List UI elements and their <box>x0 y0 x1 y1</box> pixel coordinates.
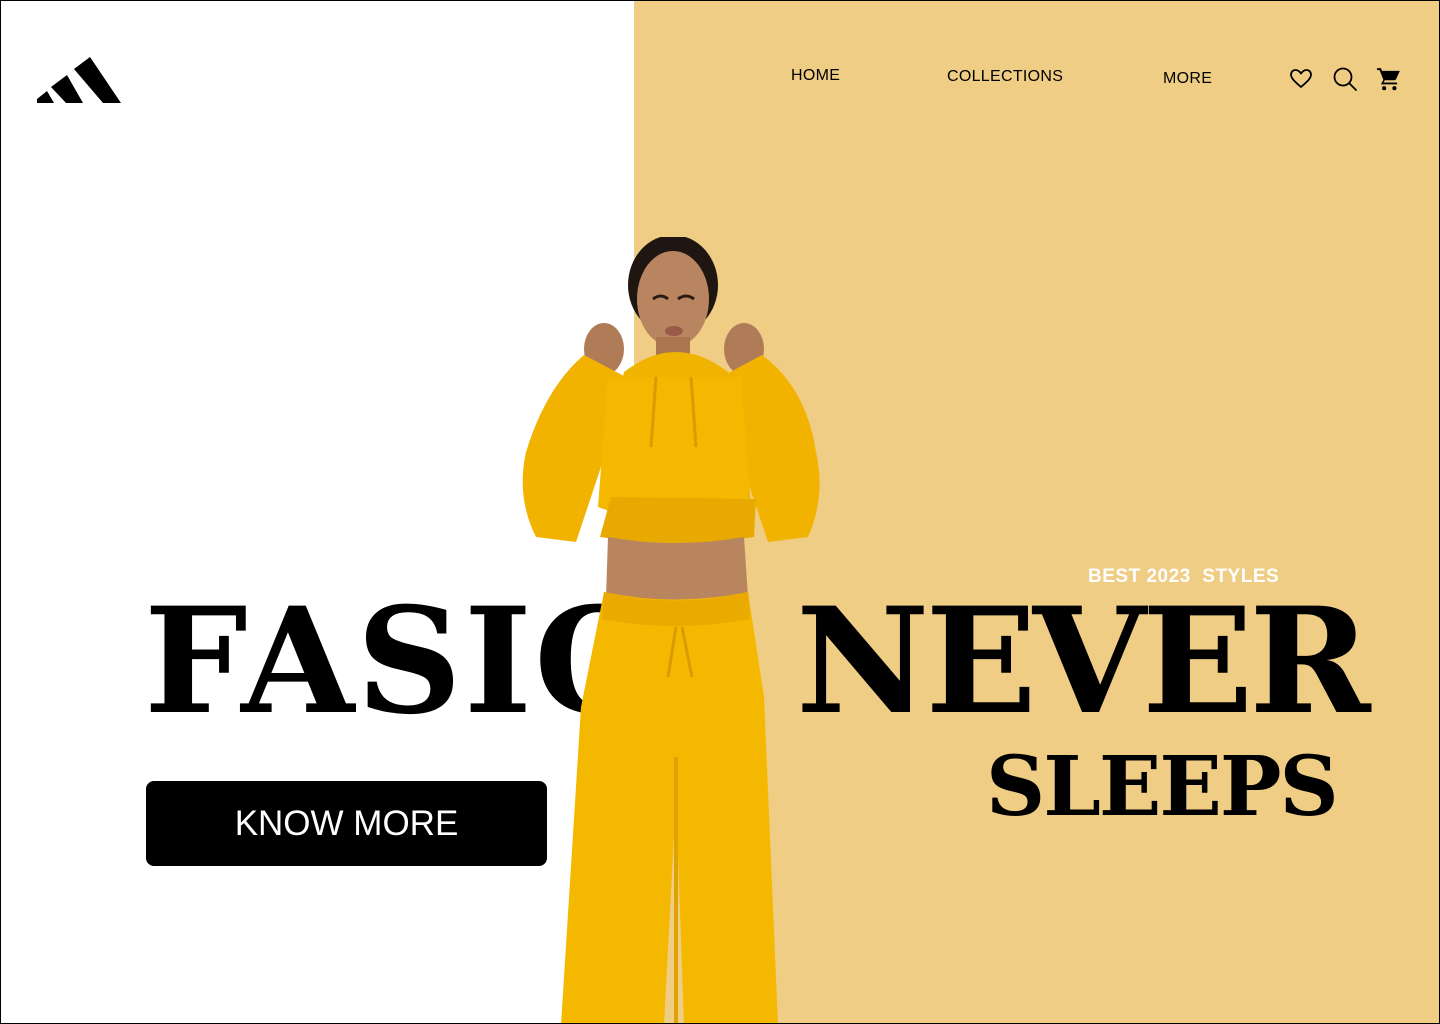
landing-page: HOME COLLECTIONS MORE BEST 2023 STYLES F… <box>0 0 1440 1024</box>
search-icon[interactable] <box>1332 66 1358 92</box>
nav-link-home[interactable]: HOME <box>791 67 840 85</box>
nav-link-more[interactable]: MORE <box>1163 70 1212 88</box>
heart-icon[interactable] <box>1289 67 1313 91</box>
hero-model-image <box>522 237 820 1023</box>
hero-headline-right: NEVER <box>796 576 1371 747</box>
cart-icon[interactable] <box>1376 66 1402 92</box>
know-more-button[interactable]: KNOW MORE <box>146 781 547 866</box>
hero-headline-second: SLEEPS <box>986 739 1339 835</box>
nav-link-collections[interactable]: COLLECTIONS <box>947 68 1063 86</box>
three-stripes-logo-icon[interactable] <box>37 49 123 103</box>
